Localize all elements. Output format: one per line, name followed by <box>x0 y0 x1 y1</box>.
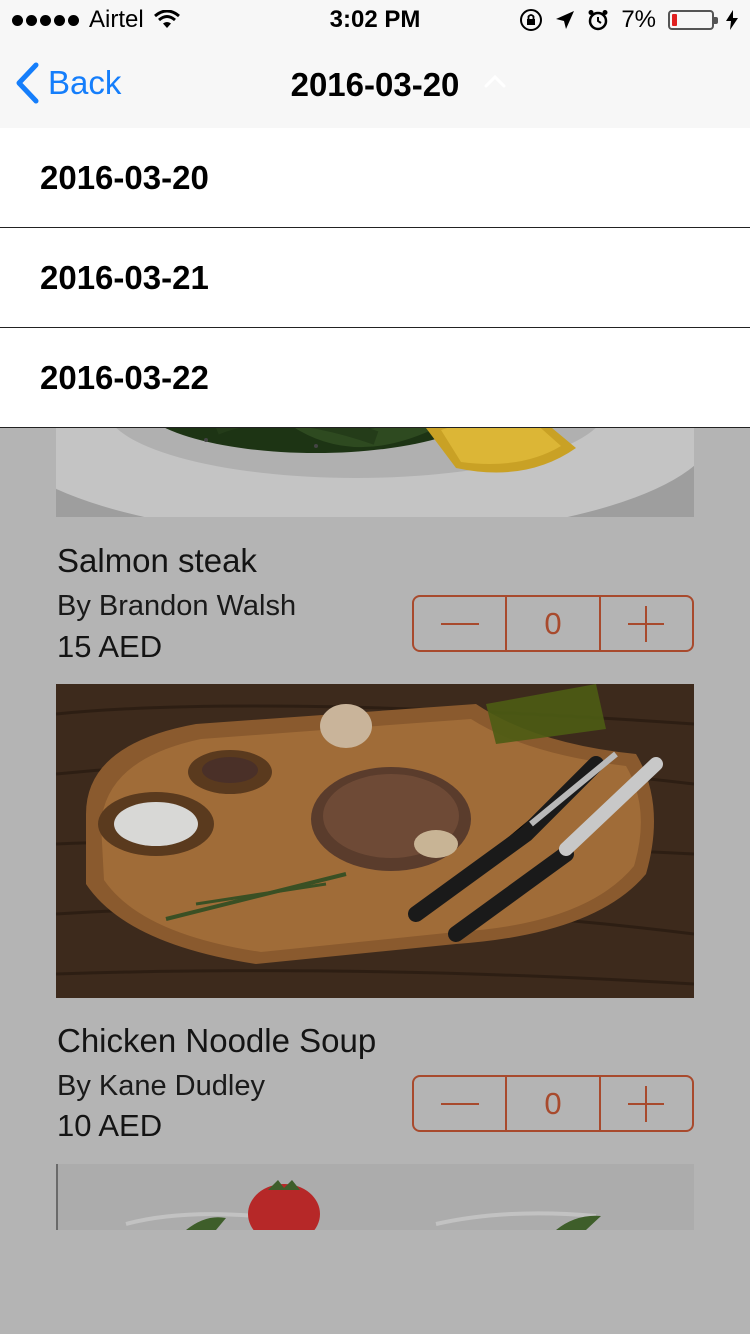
alarm-icon <box>588 10 608 31</box>
quantity-value: 0 <box>505 597 598 650</box>
dish-image-dessert[interactable] <box>56 1164 694 1230</box>
minus-icon <box>440 1102 479 1105</box>
quantity-stepper[interactable]: 0 <box>412 1075 694 1132</box>
decrement-button[interactable] <box>414 597 505 650</box>
date-option[interactable]: 2016-03-21 <box>0 228 750 328</box>
dish-price: 15 AED <box>57 629 163 664</box>
dish-name: Salmon steak <box>57 542 257 579</box>
date-option[interactable]: 2016-03-22 <box>0 328 750 428</box>
wifi-icon <box>153 10 180 28</box>
dish-chef: By Brandon Walsh <box>57 590 297 622</box>
plus-icon <box>628 605 665 642</box>
date-picker-title[interactable]: 2016-03-20 <box>0 66 750 104</box>
increment-button[interactable] <box>598 1077 692 1130</box>
dish-image-steak-board[interactable] <box>56 684 694 998</box>
signal-dots-icon <box>12 14 79 26</box>
quantity-value: 0 <box>505 1077 598 1130</box>
navigation-bar: Back 2016-03-20 <box>0 40 750 128</box>
decrement-button[interactable] <box>414 1077 505 1130</box>
status-bar: Airtel 3:02 PM 7% <box>0 0 750 40</box>
plus-icon <box>628 1085 665 1122</box>
dish-chef: By Kane Dudley <box>57 1070 265 1102</box>
increment-button[interactable] <box>598 597 692 650</box>
minus-icon <box>440 622 479 625</box>
dish-price: 10 AED <box>57 1108 163 1143</box>
orientation-lock-icon <box>520 9 543 31</box>
location-arrow-icon <box>556 11 575 29</box>
chevron-up-icon[interactable] <box>484 74 506 88</box>
charging-bolt-icon <box>726 10 738 30</box>
date-option[interactable]: 2016-03-20 <box>0 128 750 228</box>
quantity-stepper[interactable]: 0 <box>412 595 694 652</box>
dish-name: Chicken Noodle Soup <box>57 1022 377 1059</box>
carrier-name: Airtel <box>89 6 144 33</box>
battery-percent: 7% <box>621 6 656 33</box>
date-dropdown: 2016-03-20 2016-03-21 2016-03-22 <box>0 128 750 428</box>
battery-icon <box>668 10 718 30</box>
